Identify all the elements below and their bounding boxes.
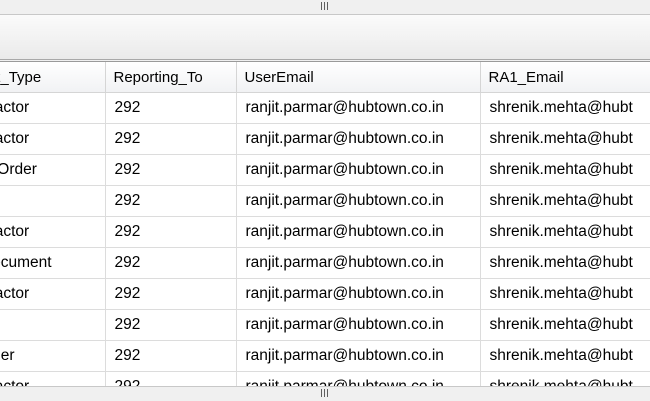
cell-reporting-to[interactable]: 292 — [105, 185, 237, 217]
cell-user-email[interactable]: ranjit.parmar@hubtown.co.in — [236, 185, 481, 217]
cell-reporting-to[interactable]: 292 — [105, 278, 237, 310]
cell-ra1-email[interactable]: shrenik.mehta@hubt — [480, 92, 650, 124]
cell-document-type[interactable]: ontractor — [0, 371, 106, 387]
table-row[interactable]: ners292ranjit.parmar@hubtown.co.inshreni… — [0, 309, 650, 341]
cell-document-type[interactable]: ontractor — [0, 92, 106, 124]
table-row[interactable]: ne292ranjit.parmar@hubtown.co.inshrenik.… — [0, 185, 650, 217]
table-row[interactable]: upplier292ranjit.parmar@hubtown.co.inshr… — [0, 340, 650, 372]
cell-user-email[interactable]: ranjit.parmar@hubtown.co.in — [236, 92, 481, 124]
cell-document-type[interactable]: ontractor — [0, 278, 106, 310]
cell-reporting-to[interactable]: 292 — [105, 92, 237, 124]
header-row: ment_Type Reporting_To UserEmail RA1_Ema… — [0, 62, 650, 93]
cell-ra1-email[interactable]: shrenik.mehta@hubt — [480, 278, 650, 310]
table-row[interactable]: ontractor292ranjit.parmar@hubtown.co.ins… — [0, 216, 650, 248]
column-header-user-email[interactable]: UserEmail — [236, 62, 481, 93]
cell-ra1-email[interactable]: shrenik.mehta@hubt — [480, 123, 650, 155]
cell-user-email[interactable]: ranjit.parmar@hubtown.co.in — [236, 123, 481, 155]
table-row[interactable]: ontractor292ranjit.parmar@hubtown.co.ins… — [0, 371, 650, 387]
cell-ra1-email[interactable]: shrenik.mehta@hubt — [480, 371, 650, 387]
cell-document-type[interactable]: ase Order — [0, 154, 106, 186]
cell-document-type[interactable]: ners — [0, 309, 106, 341]
table-row[interactable]: ontractor292ranjit.parmar@hubtown.co.ins… — [0, 278, 650, 310]
table-row[interactable]: ontractor292ranjit.parmar@hubtown.co.ins… — [0, 123, 650, 155]
cell-user-email[interactable]: ranjit.parmar@hubtown.co.in — [236, 247, 481, 279]
cell-user-email[interactable]: ranjit.parmar@hubtown.co.in — [236, 278, 481, 310]
results-grid[interactable]: ment_Type Reporting_To UserEmail RA1_Ema… — [0, 61, 650, 387]
cell-document-type[interactable]: n Document — [0, 247, 106, 279]
cell-user-email[interactable]: ranjit.parmar@hubtown.co.in — [236, 154, 481, 186]
cell-reporting-to[interactable]: 292 — [105, 247, 237, 279]
splitter-grip-icon[interactable] — [320, 389, 330, 397]
cell-user-email[interactable]: ranjit.parmar@hubtown.co.in — [236, 309, 481, 341]
cell-ra1-email[interactable]: shrenik.mehta@hubt — [480, 309, 650, 341]
column-header-ra1-email[interactable]: RA1_Email — [480, 62, 650, 93]
cell-document-type[interactable]: upplier — [0, 340, 106, 372]
cell-ra1-email[interactable]: shrenik.mehta@hubt — [480, 216, 650, 248]
cell-document-type[interactable]: ne — [0, 185, 106, 217]
results-table: ment_Type Reporting_To UserEmail RA1_Ema… — [0, 62, 650, 387]
splitter-grip-icon[interactable] — [320, 2, 330, 10]
column-header-document-type[interactable]: ment_Type — [0, 62, 106, 93]
cell-reporting-to[interactable]: 292 — [105, 371, 237, 387]
cell-reporting-to[interactable]: 292 — [105, 123, 237, 155]
cell-user-email[interactable]: ranjit.parmar@hubtown.co.in — [236, 216, 481, 248]
cell-reporting-to[interactable]: 292 — [105, 216, 237, 248]
cell-reporting-to[interactable]: 292 — [105, 154, 237, 186]
bottom-splitter[interactable] — [0, 386, 650, 401]
grid-body: ontractor292ranjit.parmar@hubtown.co.ins… — [0, 92, 650, 387]
table-row[interactable]: n Document292ranjit.parmar@hubtown.co.in… — [0, 247, 650, 279]
cell-ra1-email[interactable]: shrenik.mehta@hubt — [480, 340, 650, 372]
cell-user-email[interactable]: ranjit.parmar@hubtown.co.in — [236, 340, 481, 372]
column-header-reporting-to[interactable]: Reporting_To — [105, 62, 237, 93]
cell-reporting-to[interactable]: 292 — [105, 340, 237, 372]
cell-ra1-email[interactable]: shrenik.mehta@hubt — [480, 185, 650, 217]
results-toolbar — [0, 15, 650, 60]
table-row[interactable]: ase Order292ranjit.parmar@hubtown.co.ins… — [0, 154, 650, 186]
cell-ra1-email[interactable]: shrenik.mehta@hubt — [480, 154, 650, 186]
cell-document-type[interactable]: ontractor — [0, 216, 106, 248]
top-splitter[interactable] — [0, 0, 650, 15]
cell-document-type[interactable]: ontractor — [0, 123, 106, 155]
cell-user-email[interactable]: ranjit.parmar@hubtown.co.in — [236, 371, 481, 387]
table-row[interactable]: ontractor292ranjit.parmar@hubtown.co.ins… — [0, 92, 650, 124]
cell-ra1-email[interactable]: shrenik.mehta@hubt — [480, 247, 650, 279]
cell-reporting-to[interactable]: 292 — [105, 309, 237, 341]
